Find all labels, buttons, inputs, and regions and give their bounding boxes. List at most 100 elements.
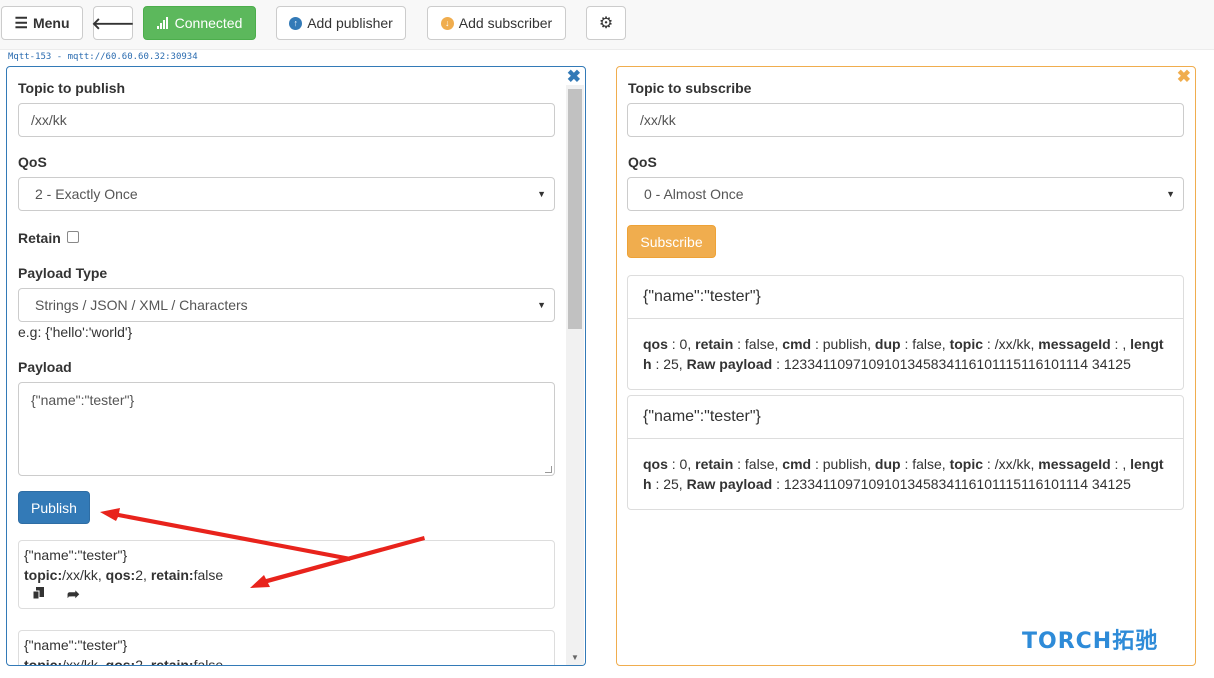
received-message-item: {"name":"tester"} qos : 0, retain : fals…: [627, 395, 1184, 510]
add-subscriber-label: Add subscriber: [458, 15, 553, 31]
published-message-meta: topic:/xx/kk, qos:2, retain:false: [24, 567, 223, 583]
publish-qos-value: 2 - Exactly Once: [35, 186, 138, 202]
meta-qos-value: 2,: [135, 567, 151, 583]
copy-icon[interactable]: [32, 586, 46, 603]
meta-value: : 25,: [651, 356, 687, 372]
meta-retain-value: false: [193, 657, 224, 666]
meta-key: topic: [949, 336, 984, 352]
payload-label: Payload: [18, 359, 72, 375]
subscribe-qos-value: 0 - Almost Once: [644, 186, 744, 202]
add-subscriber-button[interactable]: ↓ Add subscriber: [427, 6, 566, 40]
meta-qos-value: 2,: [135, 657, 151, 666]
subscribe-qos-select[interactable]: 0 - Almost Once ▼: [627, 177, 1184, 211]
meta-value: : false,: [900, 456, 950, 472]
meta-value: : publish,: [811, 456, 875, 472]
meta-key: messageId: [1038, 456, 1111, 472]
payload-type-label: Payload Type: [18, 265, 108, 281]
publish-button-label: Publish: [31, 499, 77, 516]
published-message-payload: {"name":"tester"}: [24, 637, 128, 653]
signal-bars-icon: [156, 17, 168, 29]
meta-key: topic: [949, 456, 984, 472]
received-message-meta: qos : 0, retain : false, cmd : publish, …: [643, 454, 1165, 494]
connected-button-label: Connected: [174, 15, 243, 31]
received-message-meta: qos : 0, retain : false, cmd : publish, …: [643, 334, 1165, 374]
meta-value: : /xx/kk,: [983, 456, 1039, 472]
meta-qos-key: qos:: [105, 567, 136, 583]
close-icon[interactable]: ✖: [567, 68, 581, 85]
publisher-scrollbar[interactable]: ▼: [566, 85, 584, 665]
payload-type-help: e.g: {'hello':'world'}: [18, 324, 133, 340]
connection-label: Mqtt-153 - mqtt://60.60.60.32:30934: [8, 52, 198, 62]
meta-topic-value: /xx/kk,: [62, 657, 106, 666]
gear-icon: ⚙: [598, 15, 614, 32]
caret-down-icon: ▼: [1166, 189, 1175, 199]
received-message-item: {"name":"tester"} qos : 0, retain : fals…: [627, 275, 1184, 390]
meta-key: Raw payload: [686, 356, 773, 372]
settings-button[interactable]: ⚙: [586, 6, 626, 40]
caret-down-icon: ▼: [537, 189, 546, 199]
resize-grip-icon[interactable]: [545, 466, 552, 473]
meta-value: : 12334110971091013458341161011151161011…: [772, 476, 1131, 492]
connected-button[interactable]: Connected: [143, 6, 256, 40]
published-message-item: {"name":"tester"} topic:/xx/kk, qos:2, r…: [18, 630, 555, 666]
published-message-payload: {"name":"tester"}: [24, 547, 128, 563]
retain-checkbox[interactable]: [67, 231, 79, 243]
retain-label: Retain: [18, 230, 61, 246]
meta-value: : publish,: [811, 336, 875, 352]
meta-value: : false,: [900, 336, 950, 352]
meta-key: qos: [643, 336, 668, 352]
torch-watermark-logo: TORCH拓驰: [1022, 629, 1159, 654]
meta-key: dup: [874, 336, 901, 352]
meta-retain-key: retain:: [150, 567, 194, 583]
publisher-panel: ✖ Topic to publish /xx/kk QoS 2 - Exactl…: [6, 66, 586, 666]
meta-value: : ,: [1110, 456, 1131, 472]
meta-key: qos: [643, 456, 668, 472]
received-message-payload: {"name":"tester"}: [628, 396, 1183, 439]
share-arrow-icon[interactable]: ➦: [67, 585, 80, 603]
meta-key: messageId: [1038, 336, 1111, 352]
meta-key: cmd: [782, 336, 812, 352]
published-message-meta: topic:/xx/kk, qos:2, retain:false: [24, 657, 224, 666]
meta-key: retain: [695, 456, 734, 472]
meta-topic-value: /xx/kk,: [62, 567, 106, 583]
meta-key: retain: [695, 336, 734, 352]
meta-qos-key: qos:: [105, 657, 136, 666]
scroll-down-icon[interactable]: ▼: [566, 649, 584, 665]
payload-value: {"name":"tester"}: [31, 392, 135, 408]
meta-key: Raw payload: [686, 476, 773, 492]
scrollbar-thumb[interactable]: [568, 89, 582, 329]
close-icon[interactable]: ✖: [1177, 68, 1191, 85]
meta-key: cmd: [782, 456, 812, 472]
meta-key: dup: [874, 456, 901, 472]
hamburger-icon: ☰: [14, 15, 28, 32]
circle-arrow-down-icon: ↓: [440, 16, 454, 30]
payload-type-value: Strings / JSON / XML / Characters: [35, 297, 248, 313]
payload-textarea[interactable]: {"name":"tester"}: [18, 382, 555, 476]
back-button[interactable]: 🡐: [91, 6, 135, 40]
menu-button-label: Menu: [32, 15, 70, 31]
subscribe-button[interactable]: Subscribe: [627, 225, 716, 258]
add-publisher-label: Add publisher: [307, 15, 393, 31]
menu-button[interactable]: ☰ Menu: [1, 6, 83, 40]
arrow-left-icon: 🡐: [91, 15, 135, 33]
publish-qos-select[interactable]: 2 - Exactly Once ▼: [18, 177, 555, 211]
subscribe-topic-input[interactable]: /xx/kk: [627, 103, 1184, 137]
meta-value: : 0,: [667, 336, 696, 352]
meta-value: : ,: [1110, 336, 1131, 352]
meta-topic-key: topic:: [24, 657, 63, 666]
subscribe-topic-label: Topic to subscribe: [628, 80, 752, 96]
publish-button[interactable]: Publish: [18, 491, 90, 524]
publish-topic-input[interactable]: /xx/kk: [18, 103, 555, 137]
payload-type-select[interactable]: Strings / JSON / XML / Characters ▼: [18, 288, 555, 322]
subscriber-panel: ✖ Topic to subscribe /xx/kk QoS 0 - Almo…: [616, 66, 1196, 666]
meta-value: : 25,: [651, 476, 687, 492]
received-message-payload: {"name":"tester"}: [628, 276, 1183, 319]
circle-arrow-up-icon: ↑: [289, 16, 303, 30]
add-publisher-button[interactable]: ↑ Add publisher: [276, 6, 406, 40]
meta-value: : 0,: [667, 456, 696, 472]
publish-qos-label: QoS: [18, 154, 47, 170]
published-message-item: {"name":"tester"} topic:/xx/kk, qos:2, r…: [18, 540, 555, 609]
subscribe-qos-label: QoS: [628, 154, 657, 170]
top-toolbar: ☰ Menu 🡐 Connected ↑ Add publisher ↓ Add…: [0, 0, 1214, 50]
meta-retain-value: false: [193, 567, 224, 583]
